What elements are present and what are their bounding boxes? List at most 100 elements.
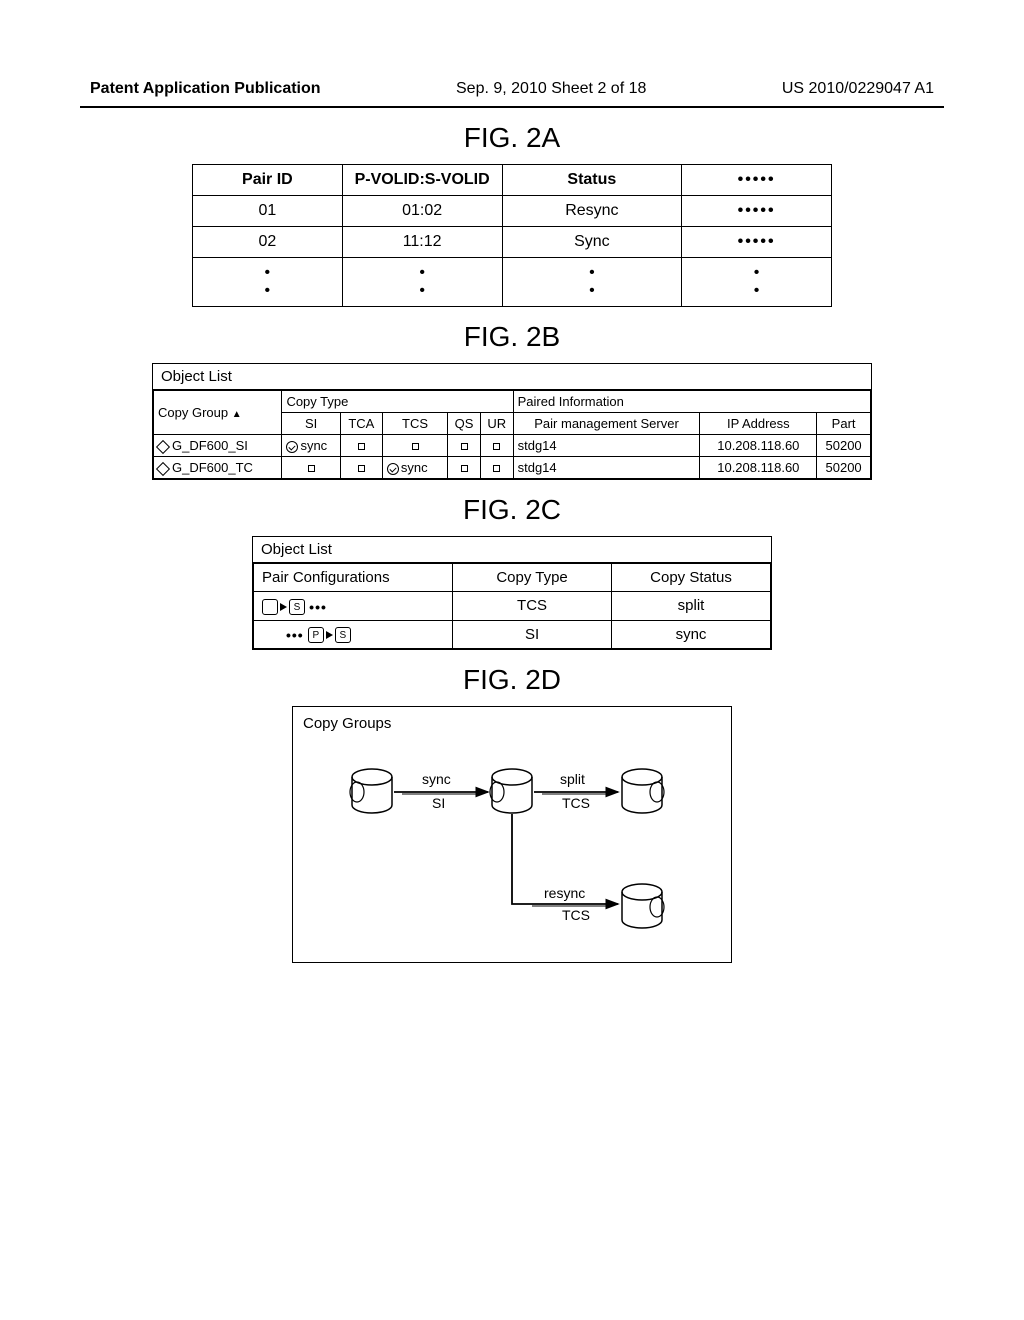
cell-copy-type: SI xyxy=(453,620,612,649)
col-more-indicator: ••••• xyxy=(682,165,832,196)
copy-groups-diagram: sync SI split TCS resync TCS xyxy=(312,742,712,942)
page-header: Patent Application Publication Sep. 9, 2… xyxy=(80,0,944,108)
fig-2d-title: FIG. 2D xyxy=(80,664,944,696)
empty-box-icon xyxy=(358,465,365,472)
fig-2c-title: FIG. 2C xyxy=(80,494,944,526)
fig-2b-table: Copy Group ▲ Copy Type Paired Informatio… xyxy=(153,390,871,479)
header-pub-number: US 2010/0229047 A1 xyxy=(782,80,934,98)
fig-2d-panel-title: Copy Groups xyxy=(303,713,721,742)
col-ip: IP Address xyxy=(700,413,817,435)
table-row[interactable]: S ••• TCS split xyxy=(254,592,771,621)
cell-ur xyxy=(480,435,513,457)
cell-pvolid: 11:12 xyxy=(342,227,502,258)
cell-status: Sync xyxy=(502,227,682,258)
empty-box-icon xyxy=(412,443,419,450)
empty-box-icon xyxy=(461,465,468,472)
col-pair-id: Pair ID xyxy=(193,165,343,196)
cell-tcs xyxy=(382,435,447,457)
edge-label-bot: TCS xyxy=(562,907,590,923)
col-part: Part xyxy=(817,413,871,435)
edge-label-bot: SI xyxy=(432,795,445,811)
cell-pair-config: ••• PS xyxy=(254,620,453,649)
table-row-continued: •• •• •• •• xyxy=(193,258,832,307)
cell-tcs: sync xyxy=(382,457,447,479)
cell-more: ••••• xyxy=(682,227,832,258)
check-circle-icon xyxy=(286,441,298,453)
table-row[interactable]: G_DF600_TC sync stdg14 10.208.118.60 502… xyxy=(154,457,871,479)
col-copy-type: Copy Type xyxy=(453,564,612,592)
cell-part: 50200 xyxy=(817,435,871,457)
fig-2c-table: Pair Configurations Copy Type Copy Statu… xyxy=(253,563,771,649)
col-tca: TCA xyxy=(340,413,382,435)
cell-part: 50200 xyxy=(817,457,871,479)
cell-pvolid: 01:02 xyxy=(342,196,502,227)
col-copy-type-group: Copy Type xyxy=(282,391,513,413)
table-row: 02 11:12 Sync ••••• xyxy=(193,227,832,258)
cell-pms: stdg14 xyxy=(513,457,700,479)
col-pvolid: P-VOLID:S-VOLID xyxy=(342,165,502,196)
cell-copy-type: TCS xyxy=(453,592,612,621)
fig-2b-panel-title: Object List xyxy=(153,364,871,390)
check-circle-icon xyxy=(387,463,399,475)
cell-copy-status: split xyxy=(612,592,771,621)
cell-status: Resync xyxy=(502,196,682,227)
cell-tca xyxy=(340,435,382,457)
col-paired-info-group: Paired Information xyxy=(513,391,870,413)
empty-box-icon xyxy=(308,465,315,472)
edge-label-top: split xyxy=(560,771,585,787)
diamond-icon xyxy=(156,461,170,475)
edge-label-top: sync xyxy=(422,771,451,787)
cell-ur xyxy=(480,457,513,479)
empty-box-icon xyxy=(493,465,500,472)
empty-box-icon xyxy=(358,443,365,450)
cell-pair-id: 01 xyxy=(193,196,343,227)
fig-2b-title: FIG. 2B xyxy=(80,321,944,353)
vdots-icon: •• xyxy=(342,258,502,307)
fig-2d-panel: Copy Groups xyxy=(292,706,732,963)
cell-pms: stdg14 xyxy=(513,435,700,457)
cell-tca xyxy=(340,457,382,479)
cell-pair-id: 02 xyxy=(193,227,343,258)
header-date-sheet: Sep. 9, 2010 Sheet 2 of 18 xyxy=(456,80,646,98)
cell-si: sync xyxy=(282,435,340,457)
vdots-icon: •• xyxy=(682,258,832,307)
col-si: SI xyxy=(282,413,340,435)
cell-copy-group: G_DF600_TC xyxy=(154,457,282,479)
col-tcs: TCS xyxy=(382,413,447,435)
col-status: Status xyxy=(502,165,682,196)
cell-qs xyxy=(448,435,481,457)
col-pms: Pair management Server xyxy=(513,413,700,435)
vdots-icon: •• xyxy=(193,258,343,307)
cell-more: ••••• xyxy=(682,196,832,227)
fig-2c-panel: Object List Pair Configurations Copy Typ… xyxy=(252,536,772,650)
fig-2c-panel-title: Object List xyxy=(253,537,771,563)
storage-cylinder-icon xyxy=(490,769,532,813)
col-copy-status: Copy Status xyxy=(612,564,771,592)
cell-pair-config: S ••• xyxy=(254,592,453,621)
col-qs: QS xyxy=(448,413,481,435)
col-copy-group[interactable]: Copy Group ▲ xyxy=(154,391,282,435)
cell-ip: 10.208.118.60 xyxy=(700,457,817,479)
cell-si xyxy=(282,457,340,479)
pair-config-icon: S ••• xyxy=(262,598,327,615)
header-publication-type: Patent Application Publication xyxy=(90,80,321,98)
col-pair-config: Pair Configurations xyxy=(254,564,453,592)
empty-box-icon xyxy=(461,443,468,450)
table-row[interactable]: ••• PS SI sync xyxy=(254,620,771,649)
cell-ip: 10.208.118.60 xyxy=(700,435,817,457)
fig-2b-panel: Object List Copy Group ▲ Copy Type Paire… xyxy=(152,363,872,480)
pair-config-icon: ••• PS xyxy=(262,626,351,643)
vdots-icon: •• xyxy=(502,258,682,307)
fig-2a-table: Pair ID P-VOLID:S-VOLID Status ••••• 01 … xyxy=(192,164,832,307)
fig-2a-title: FIG. 2A xyxy=(80,122,944,154)
edge-label-top: resync xyxy=(544,885,585,901)
cell-copy-status: sync xyxy=(612,620,771,649)
table-row: 01 01:02 Resync ••••• xyxy=(193,196,832,227)
edge-label-bot: TCS xyxy=(562,795,590,811)
diamond-icon xyxy=(156,439,170,453)
table-row[interactable]: G_DF600_SI sync stdg14 10.208.118.60 502… xyxy=(154,435,871,457)
sort-asc-icon: ▲ xyxy=(232,409,242,420)
cell-qs xyxy=(448,457,481,479)
storage-cylinder-icon xyxy=(350,769,392,813)
storage-cylinder-icon xyxy=(622,769,664,813)
